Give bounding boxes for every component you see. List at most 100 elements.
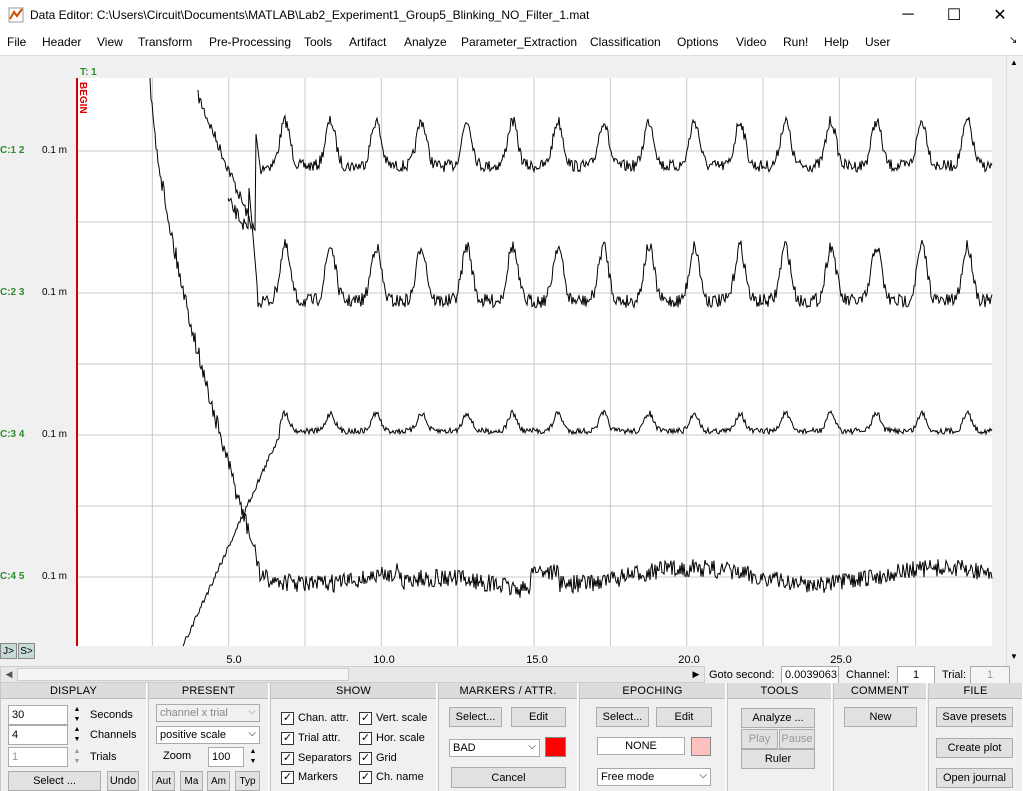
- spinner-arrows-icon[interactable]: ▲ ▼: [70, 725, 84, 745]
- ch-name-checkbox[interactable]: ✓: [359, 771, 372, 784]
- menu-parameter-extraction[interactable]: Parameter_Extraction: [461, 35, 577, 49]
- zoom-label: Zoom: [163, 750, 192, 762]
- amplitude-button[interactable]: Am: [207, 771, 230, 791]
- menu-view[interactable]: View: [97, 35, 123, 49]
- save-presets-button[interactable]: Save presets: [936, 707, 1013, 727]
- show-section: SHOW ✓ Chan. attr. ✓ Trial attr. ✓ Separ…: [270, 683, 437, 791]
- menu-header[interactable]: Header: [42, 35, 81, 49]
- goto-second-input[interactable]: 0.0039063: [781, 666, 839, 684]
- jump-button[interactable]: J>: [0, 643, 17, 659]
- channel-label-1: C:1 2: [0, 145, 25, 156]
- undo-button[interactable]: Undo: [107, 771, 139, 791]
- ruler-button[interactable]: Ruler: [741, 749, 815, 769]
- minimize-button[interactable]: ─: [885, 0, 931, 30]
- menu-options[interactable]: Options: [677, 35, 718, 49]
- hor-scale-checkbox[interactable]: ✓: [359, 732, 372, 745]
- vert-scale-checkbox[interactable]: ✓: [359, 712, 372, 725]
- goto-second-label: Goto second:: [709, 669, 775, 681]
- markers-edit-button[interactable]: Edit: [511, 707, 566, 727]
- tools-section: TOOLS Analyze ... Play Pause Ruler: [727, 683, 832, 791]
- horizontal-scrollbar[interactable]: ◀ ▶: [0, 666, 705, 683]
- x-tick-label: 25.0: [830, 654, 852, 666]
- type-button[interactable]: Typ: [235, 771, 260, 791]
- step-button[interactable]: S>: [18, 643, 35, 659]
- goto-trial-label: Trial:: [942, 669, 967, 681]
- marker-type-select[interactable]: BAD ⌵: [449, 739, 540, 757]
- spinner-arrows-icon[interactable]: ▲ ▼: [70, 747, 84, 767]
- goto-trial-input[interactable]: 1: [970, 666, 1010, 684]
- marker-color-swatch[interactable]: [545, 737, 566, 757]
- present-header: PRESENT: [149, 683, 268, 699]
- trial-attr-label: Trial attr.: [298, 732, 341, 744]
- toolbar-toggle-icon[interactable]: ↘: [1009, 35, 1017, 46]
- analyze-button[interactable]: Analyze ...: [741, 708, 815, 728]
- epoch-mode-value: Free mode: [601, 771, 655, 783]
- x-tick-label: 10.0: [373, 654, 395, 666]
- menu-help[interactable]: Help: [824, 35, 849, 49]
- menu-pre-processing[interactable]: Pre-Processing: [209, 35, 291, 49]
- scroll-down-arrow-icon[interactable]: ▼: [1010, 652, 1018, 661]
- menu-transform[interactable]: Transform: [138, 35, 192, 49]
- channel-label-4: C:4 5: [0, 571, 25, 582]
- pause-button[interactable]: Pause: [779, 729, 815, 749]
- manual-scale-button[interactable]: Ma: [180, 771, 203, 791]
- chevron-down-icon: ⌵: [699, 770, 707, 781]
- close-button[interactable]: ✕: [977, 0, 1023, 30]
- new-comment-button[interactable]: New: [844, 707, 917, 727]
- channels-input[interactable]: 4: [8, 725, 68, 745]
- menu-user[interactable]: User: [865, 35, 890, 49]
- tools-header: TOOLS: [728, 683, 831, 699]
- present-mode-value: channel x trial: [160, 707, 228, 719]
- display-select-button[interactable]: Select ...: [8, 771, 101, 791]
- auto-scale-button[interactable]: Aut: [152, 771, 175, 791]
- menu-video[interactable]: Video: [736, 35, 766, 49]
- display-section: DISPLAY 30 ▲ ▼ Seconds 4 ▲ ▼ Channels 1 ▲ ▼…: [0, 683, 147, 791]
- vertical-scrollbar[interactable]: ▲ ▼: [1006, 56, 1023, 666]
- present-mode-select[interactable]: channel x trial ⌵: [156, 704, 260, 722]
- goto-channel-input[interactable]: 1: [897, 666, 935, 684]
- signal-plot[interactable]: T: 1 BEGIN C:1 2 0.1 m C:2 3 0.1 m C:3 4…: [0, 56, 1023, 666]
- trial-label: T: 1: [80, 67, 97, 78]
- menu-analyze[interactable]: Analyze: [404, 35, 447, 49]
- trials-input[interactable]: 1: [8, 747, 68, 767]
- scroll-right-arrow-icon[interactable]: ▶: [688, 667, 704, 682]
- scroll-thumb[interactable]: [17, 668, 349, 681]
- epoching-edit-button[interactable]: Edit: [656, 707, 712, 727]
- display-header: DISPLAY: [1, 683, 146, 699]
- maximize-button[interactable]: ☐: [931, 0, 977, 30]
- epoch-color-swatch[interactable]: [691, 737, 711, 756]
- epoching-header: EPOCHING: [580, 683, 725, 699]
- chan-attr-checkbox[interactable]: ✓: [281, 712, 294, 725]
- separators-checkbox[interactable]: ✓: [281, 752, 294, 765]
- seconds-label: Seconds: [90, 709, 133, 721]
- markers-select-button[interactable]: Select...: [449, 707, 502, 727]
- epoching-select-button[interactable]: Select...: [596, 707, 649, 727]
- scroll-left-arrow-icon[interactable]: ◀: [1, 667, 17, 682]
- file-header: FILE: [929, 683, 1022, 699]
- menu-artifact[interactable]: Artifact: [349, 35, 386, 49]
- grid-checkbox[interactable]: ✓: [359, 752, 372, 765]
- channel-1-trace: [197, 89, 993, 232]
- scroll-up-arrow-icon[interactable]: ▲: [1010, 58, 1018, 67]
- create-plot-button[interactable]: Create plot: [936, 738, 1013, 758]
- menu-tools[interactable]: Tools: [304, 35, 332, 49]
- chevron-down-icon: ⌵: [248, 706, 256, 717]
- seconds-input[interactable]: 30: [8, 705, 68, 725]
- trial-attr-checkbox[interactable]: ✓: [281, 732, 294, 745]
- markers-checkbox[interactable]: ✓: [281, 771, 294, 784]
- menu-classification[interactable]: Classification: [590, 35, 661, 49]
- spinner-arrows-icon[interactable]: ▲ ▼: [246, 747, 260, 767]
- scale-select[interactable]: positive scale ⌵: [156, 726, 260, 744]
- spinner-arrows-icon[interactable]: ▲ ▼: [70, 705, 84, 725]
- markers-section: MARKERS / ATTR. Select... Edit BAD ⌵ Can…: [438, 683, 578, 791]
- open-journal-button[interactable]: Open journal: [936, 768, 1013, 788]
- channel-scale-2: 0.1 m: [42, 287, 68, 298]
- epoch-mode-select[interactable]: Free mode ⌵: [597, 768, 711, 786]
- zoom-input[interactable]: 100: [208, 747, 244, 767]
- play-button[interactable]: Play: [741, 729, 778, 749]
- title-bar: Data Editor: C:\Users\Circuit\Documents\…: [0, 0, 1023, 30]
- menu-run[interactable]: Run!: [783, 35, 808, 49]
- menu-file[interactable]: File: [7, 35, 26, 49]
- x-tick-label: 20.0: [678, 654, 700, 666]
- cancel-button[interactable]: Cancel: [451, 767, 566, 788]
